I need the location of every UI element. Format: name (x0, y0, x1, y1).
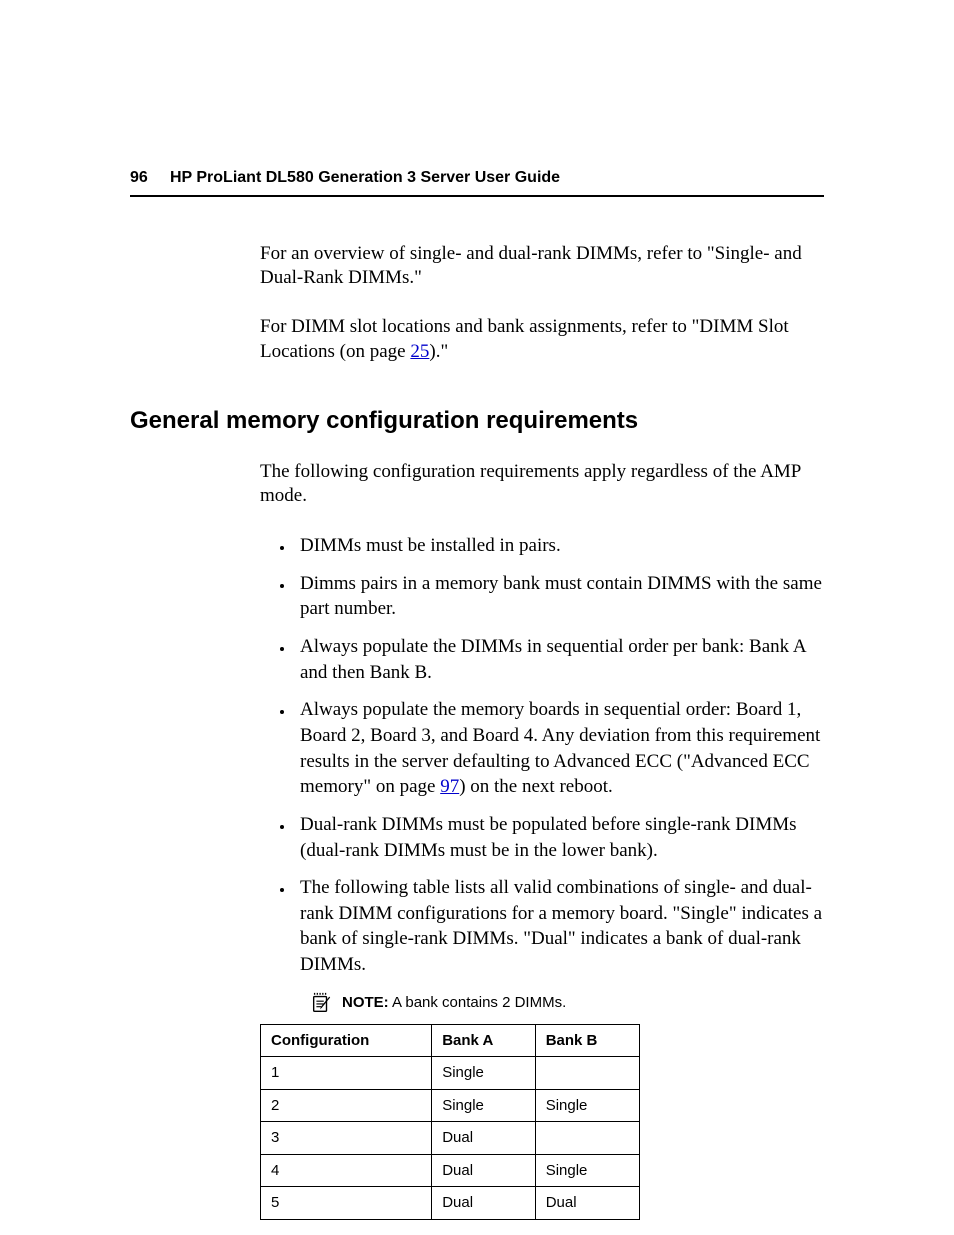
list-item: Always populate the memory boards in seq… (294, 697, 824, 800)
table-row: 3 Dual (261, 1122, 640, 1155)
doc-title: HP ProLiant DL580 Generation 3 Server Us… (170, 168, 560, 189)
note-row: NOTE: A bank contains 2 DIMMs. (310, 992, 824, 1014)
section-heading: General memory configuration requirement… (130, 405, 824, 436)
intro-paragraph-2: For DIMM slot locations and bank assignm… (260, 315, 824, 364)
note-label: NOTE: (342, 994, 389, 1011)
page-link-97[interactable]: 97 (440, 776, 459, 797)
page-number: 96 (130, 168, 170, 189)
intro-paragraph-1: For an overview of single- and dual-rank… (260, 242, 824, 291)
requirements-list: DIMMs must be installed in pairs. Dimms … (294, 533, 824, 978)
table-row: 1 Single (261, 1057, 640, 1090)
list-item: DIMMs must be installed in pairs. (294, 533, 824, 559)
table-row: 2 Single Single (261, 1089, 640, 1122)
list-item: The following table lists all valid comb… (294, 875, 824, 978)
section-lead: The following configuration requirements… (260, 460, 824, 509)
table-row: 4 Dual Single (261, 1154, 640, 1187)
th-bank-b: Bank B (535, 1024, 639, 1057)
list-item: Dimms pairs in a memory bank must contai… (294, 571, 824, 622)
note-text: A bank contains 2 DIMMs. (389, 994, 567, 1011)
page-header: 96 HP ProLiant DL580 Generation 3 Server… (130, 168, 824, 197)
table-row: 5 Dual Dual (261, 1187, 640, 1220)
note-icon (310, 992, 332, 1014)
th-bank-a: Bank A (432, 1024, 535, 1057)
config-table: Configuration Bank A Bank B 1 Single 2 S… (260, 1024, 640, 1220)
page-link-25[interactable]: 25 (410, 341, 429, 362)
list-item: Always populate the DIMMs in sequential … (294, 634, 824, 685)
th-config: Configuration (261, 1024, 432, 1057)
list-item: Dual-rank DIMMs must be populated before… (294, 812, 824, 863)
